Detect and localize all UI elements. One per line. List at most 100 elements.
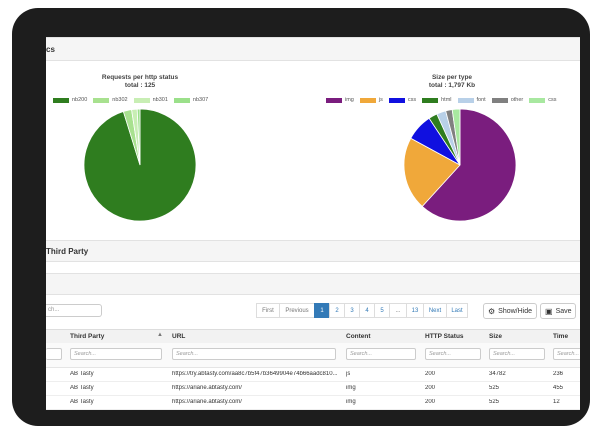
chart-size-title-block: Size per type total : 1,797 Kb [402,74,502,90]
chart-size-pie [403,108,517,222]
statistics-header[interactable]: cs [46,37,580,61]
cell-url[interactable]: https://ariane.abtasty.com/ [172,399,340,405]
legend-item-nb302[interactable]: nb302 [93,97,128,103]
filter-row: Search... Search... Search... Search... … [46,343,580,368]
page-1[interactable]: 1 [314,303,330,318]
legend-swatch [173,97,190,103]
cell-http-status: 200 [425,399,436,405]
chart-size-title: Size per type [431,74,473,81]
cell-content: img [346,399,356,405]
cell-size: 525 [489,385,500,391]
show-hide-label: Show/Hide [498,307,533,315]
tablet-frame: cs Requests per http status total : 125 … [12,8,590,426]
cell-url[interactable]: https://ariane.abtasty.com/ [172,385,340,391]
sub-section-bar [46,273,580,295]
col-url[interactable]: URL [172,333,185,340]
filter-size[interactable]: Search... [489,348,545,360]
search-input[interactable]: ch... [46,304,102,317]
page-next[interactable]: Next [423,303,447,318]
legend-label: css [407,97,417,103]
chart-status-title-block: Requests per http status total : 125 [90,74,190,90]
legend-swatch [326,97,342,103]
col-http-status[interactable]: HTTP Status [425,333,464,340]
legend-item-img[interactable]: img [326,97,354,103]
table-row[interactable]: AB Tasty https://ariane.abtasty.com/ img… [46,396,580,410]
chart-status-title: Requests per http status [101,74,179,81]
legend-label: html [441,97,452,103]
statistics-title: cs [46,45,55,54]
filter-http-status[interactable]: Search... [425,348,481,360]
legend-swatch [53,97,69,103]
cell-http-status: 200 [425,371,436,377]
cell-third-party: AB Tasty [70,371,94,377]
cell-content: img [346,385,356,391]
legend-swatch [529,97,546,103]
page-5[interactable]: 5 [374,303,390,318]
col-content[interactable]: Content [346,333,371,340]
legend-item-css[interactable]: css [388,97,417,103]
cell-size: 34782 [489,371,506,377]
legend-item-html[interactable]: html [422,97,452,103]
show-hide-button[interactable]: ⚙ Show/Hide [483,303,537,319]
legend-swatch [422,97,439,103]
legend-swatch [133,97,150,103]
page-previous[interactable]: Previous [279,303,315,318]
cell-url[interactable]: https://try.abtasty.com/aa8c7b5f47b36499… [172,371,340,377]
col-third-party[interactable]: Third Party [70,333,104,340]
chart-status-subtitle: total : 125 [124,82,156,89]
cell-time: 12 [553,399,560,405]
legend-swatch [388,97,405,103]
filter-time[interactable]: Search... [553,348,580,360]
legend-swatch [457,97,474,103]
filter-third-party[interactable]: Search... [70,348,162,360]
legend-item-nb200[interactable]: nb200 [53,97,87,103]
chart-size-legend: img js css html font other css [326,97,562,105]
page-last[interactable]: Last [446,303,468,318]
filter-url[interactable]: Search... [172,348,336,360]
cell-http-status: 200 [425,385,436,391]
table-row[interactable]: AB Tasty https://try.abtasty.com/aa8c7b5… [46,368,580,382]
cell-time: 236 [553,371,564,377]
gear-icon: ⚙ [488,306,496,316]
page-ellipsis: ... [389,303,407,318]
legend-label: nb301 [152,97,168,103]
legend-item-js[interactable]: js [359,97,383,103]
page-first[interactable]: First [256,303,280,318]
cell-size: 525 [489,399,500,405]
legend-item-nb301[interactable]: nb301 [133,97,168,103]
third-party-title: Third Party [46,247,89,256]
legend-label: img [345,97,354,103]
third-party-header[interactable]: Third Party [46,240,580,262]
page-2[interactable]: 2 [329,303,345,318]
page-4[interactable]: 4 [359,303,375,318]
cell-time: 455 [553,385,564,391]
filter-content[interactable]: Search... [346,348,416,360]
col-time[interactable]: Time [553,333,568,340]
filter-first-col[interactable] [46,348,62,360]
save-icon: ▣ [545,306,553,316]
save-button[interactable]: ▣ Save [540,303,576,319]
cell-third-party: AB Tasty [70,385,94,391]
save-label: Save [555,307,572,315]
table-row[interactable]: AB Tasty https://ariane.abtasty.com/ img… [46,382,580,396]
chart-size-subtitle: total : 1,797 Kb [428,82,476,89]
legend-swatch [93,97,110,103]
legend-item-other[interactable]: other [491,97,524,103]
page-13[interactable]: 13 [406,303,424,318]
legend-label: nb307 [192,97,209,103]
chart-status-pie [83,108,197,222]
legend-label: js [378,97,383,103]
legend-item-css[interactable]: css [529,97,556,103]
legend-label: css [548,97,557,103]
pagination: First Previous 1 2 3 4 5 ... 13 Next Las… [256,303,468,318]
legend-swatch [359,97,376,103]
legend-item-font[interactable]: font [457,97,486,103]
legend-label: other [510,97,524,103]
cell-third-party: AB Tasty [70,399,94,405]
legend-item-nb307[interactable]: nb307 [173,97,209,103]
legend-label: nb200 [72,97,88,103]
col-size[interactable]: Size [489,333,502,340]
page-3[interactable]: 3 [344,303,360,318]
legend-label: font [476,97,486,103]
sort-icon[interactable]: ▲ [157,332,163,338]
